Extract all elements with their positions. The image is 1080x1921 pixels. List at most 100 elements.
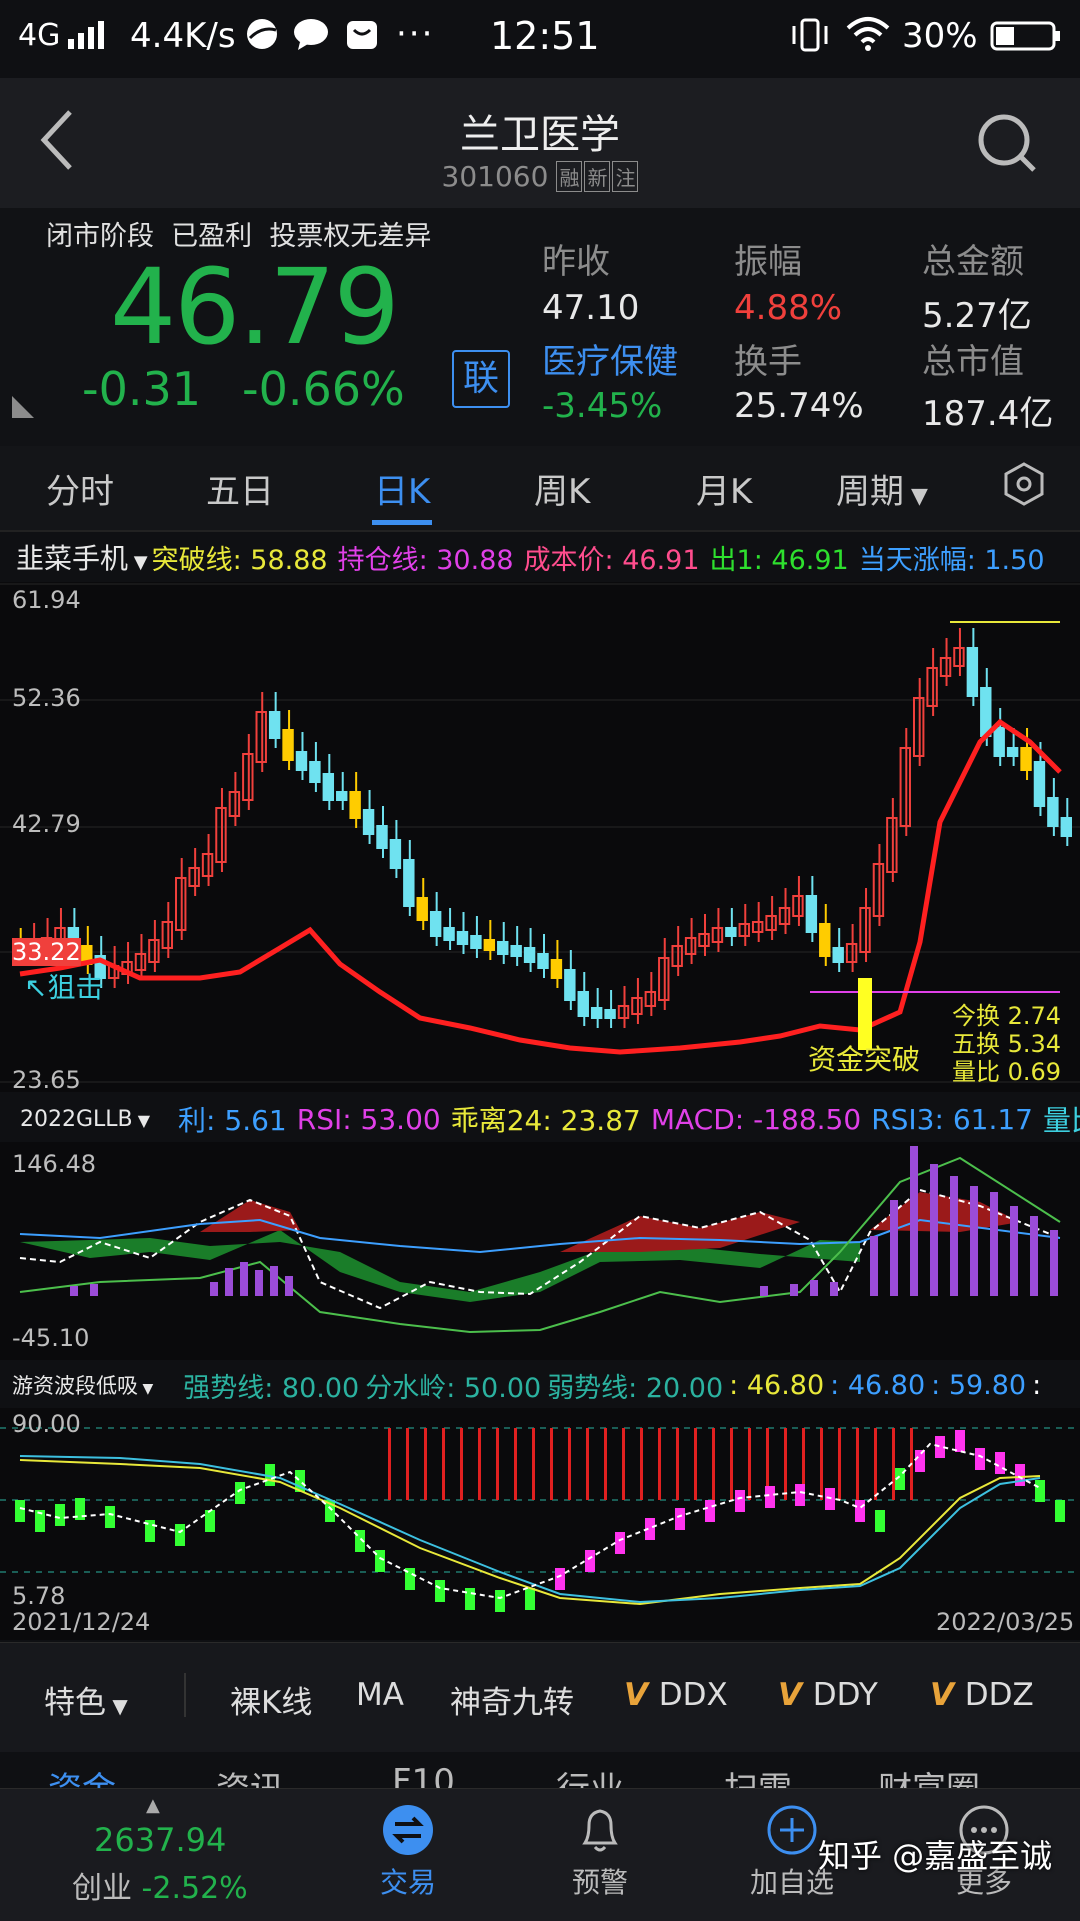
- indicator2-chart[interactable]: 146.48 -45.10: [0, 1142, 1080, 1360]
- indicator2-name: 2022GLLB: [20, 1106, 133, 1132]
- period-tabs: 分时 五日 日K 周K 月K 周期 ▼: [0, 446, 1080, 532]
- tab-intraday[interactable]: 分时: [46, 464, 114, 513]
- indicator3-item: : 46.80: [830, 1369, 926, 1401]
- stat-label-sector[interactable]: 医疗保健: [542, 334, 678, 383]
- stat-value-amplitude: 4.88%: [734, 288, 843, 328]
- stock-code: 301060: [441, 160, 549, 193]
- candle-body: [309, 761, 321, 783]
- info-tab-news[interactable]: 资讯: [216, 1762, 284, 1788]
- stat-value-prev-close: 47.10: [542, 288, 640, 328]
- feature-dropdown[interactable]: 特色 ▼: [44, 1677, 128, 1722]
- toolbar-item-ma[interactable]: MA: [356, 1677, 404, 1713]
- toolbar-item-magic-nine[interactable]: 神奇九转: [450, 1677, 574, 1722]
- expand-corner-icon[interactable]: [10, 394, 36, 424]
- indicator2-bar: [240, 1262, 248, 1296]
- wave-bar: [915, 1450, 925, 1472]
- candle-body: [416, 897, 428, 921]
- wave-bar: [585, 1550, 595, 1572]
- indicator1-item: 当天涨幅: 1.50: [858, 544, 1045, 576]
- y-axis-label: 61.94: [12, 586, 81, 614]
- indicator1-selector[interactable]: 韭菜手机 ▼: [16, 537, 148, 577]
- stat-label-amplitude: 振幅: [734, 242, 802, 282]
- stat-value-turnover-rate: 25.74%: [734, 386, 864, 426]
- ddx-label: DDX: [658, 1677, 728, 1713]
- candle-body: [832, 947, 844, 963]
- indicator2-item: MACD: -188.50: [650, 1102, 862, 1136]
- tab-five-day[interactable]: 五日: [206, 464, 274, 513]
- tab-period[interactable]: 周期 ▼: [836, 464, 928, 513]
- badge-registered: 注: [612, 161, 639, 192]
- red-stripe: [406, 1428, 409, 1500]
- candle-body: [1047, 797, 1059, 827]
- nav-header: 兰卫医学 301060 融 新 注: [0, 78, 1080, 208]
- index-value[interactable]: 2637.94: [94, 1821, 226, 1859]
- tab-period-label: 周期: [836, 472, 904, 512]
- indicator2-item: 利: 5.61: [178, 1104, 287, 1137]
- indicator2-bar: [930, 1164, 938, 1296]
- indicator2-bar: [270, 1266, 278, 1296]
- annotation-stat: 今换 2.74: [952, 1002, 1062, 1030]
- tab-monthly-k[interactable]: 月K: [696, 464, 752, 513]
- tab-daily-k[interactable]: 日K: [374, 464, 430, 513]
- search-icon[interactable]: [976, 112, 1040, 180]
- chevron-down-icon: ▼: [106, 1694, 128, 1718]
- start-date: 2021/12/24: [12, 1608, 151, 1636]
- kline-chart[interactable]: 61.94 52.36 42.79 33.22 23.65 ↖狙击 资金突破 今…: [0, 582, 1080, 1094]
- red-stripe: [586, 1428, 589, 1500]
- candle-body: [268, 711, 281, 739]
- red-stripe: [838, 1428, 841, 1500]
- wave-bar: [105, 1506, 115, 1528]
- candle-body: [966, 647, 979, 697]
- red-stripe: [514, 1428, 517, 1500]
- candle-body: [1006, 747, 1019, 757]
- candle-body: [322, 773, 335, 801]
- link-button[interactable]: 联: [452, 350, 510, 408]
- stat-value-market-cap: 187.4亿: [922, 394, 1054, 434]
- indicator3-selector[interactable]: 游资波段低吸 ▼: [12, 1370, 153, 1400]
- tab-weekly-k[interactable]: 周K: [534, 464, 590, 513]
- indicator2-canvas: [19, 1146, 1061, 1334]
- indicator2-selector[interactable]: 2022GLLB ▼: [20, 1107, 150, 1132]
- ddz-label: DDZ: [964, 1677, 1034, 1713]
- candle-body: [282, 729, 294, 761]
- settings-hexagon-icon[interactable]: [1000, 460, 1048, 512]
- candle-body: [443, 927, 455, 941]
- indicator2-bar: [870, 1236, 878, 1296]
- message-icon: [292, 16, 330, 61]
- toolbar-item-ddx[interactable]: V DDX: [624, 1677, 728, 1713]
- candle-body: [980, 687, 992, 737]
- info-tab-f10[interactable]: F10: [392, 1762, 455, 1788]
- indicator2-bar: [890, 1200, 898, 1296]
- wave-bar: [875, 1510, 885, 1532]
- toolbar-item-ddz[interactable]: V DDZ: [930, 1677, 1034, 1713]
- toolbar-item-naked-k[interactable]: 裸K线: [230, 1677, 312, 1722]
- index-row[interactable]: 创业 -2.52%: [72, 1863, 248, 1907]
- badge-new: 新: [584, 161, 611, 192]
- toolbar-item-ddy[interactable]: V DDY: [778, 1677, 878, 1713]
- candle-body: [537, 953, 549, 969]
- indicator2-bar: [255, 1270, 263, 1296]
- info-tab-wealth-circle[interactable]: 财富圈: [878, 1762, 980, 1788]
- red-stripe: [748, 1428, 751, 1500]
- candle-body: [577, 991, 589, 1017]
- wave-bar: [235, 1482, 245, 1504]
- indicator2-bar: [90, 1284, 98, 1296]
- stat-value-sector: -3.45%: [542, 386, 663, 426]
- index-name: 创业: [72, 1871, 132, 1906]
- nav-trade[interactable]: 交易: [368, 1803, 448, 1901]
- info-tab-industry[interactable]: 行业: [556, 1762, 624, 1788]
- candle-body: [403, 859, 415, 907]
- indicator2-bar: [285, 1276, 293, 1296]
- nav-alert[interactable]: 预警: [560, 1803, 640, 1901]
- wave-bar: [765, 1486, 775, 1508]
- vip-v-icon: V: [624, 1677, 659, 1713]
- cyan-line: [19, 1455, 1041, 1604]
- info-tab-funds[interactable]: 资金: [48, 1762, 116, 1788]
- info-tab-mine-sweep[interactable]: 扫雷: [724, 1762, 792, 1788]
- wave-bar: [1035, 1480, 1045, 1502]
- indicator2-bar: [830, 1282, 838, 1296]
- red-stripe: [550, 1428, 553, 1500]
- active-tab-indicator: [372, 520, 432, 525]
- stat-label-turnover-amount: 总金额: [922, 242, 1024, 282]
- badge-margin: 融: [556, 161, 583, 192]
